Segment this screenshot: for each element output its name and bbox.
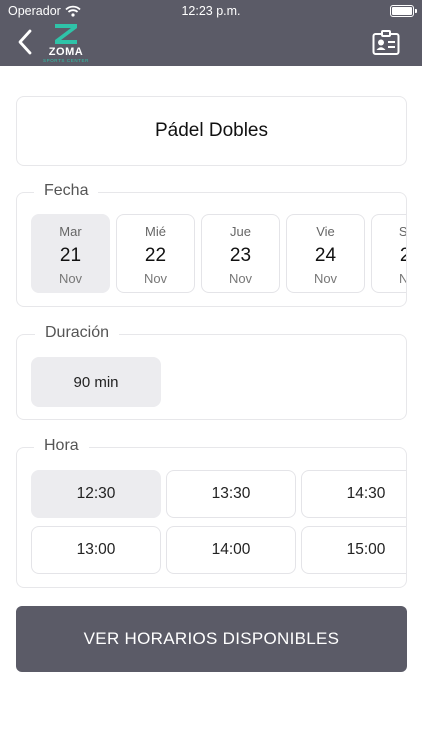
date-option[interactable]: Mar 21 Nov [31,214,110,293]
view-schedules-button[interactable]: VER HORARIOS DISPONIBLES [16,606,407,672]
date-weekday: Mié [145,224,166,239]
date-option[interactable]: Sáb 25 Nov [371,214,407,293]
logo-word: ZOMA [48,46,84,58]
time-slot[interactable]: 14:30 [301,470,406,518]
date-day: 23 [229,245,252,266]
duration-option[interactable]: 90 min [31,357,161,407]
date-weekday: Jue [230,224,251,239]
sport-card: Pádel Dobles [16,96,407,166]
battery-fill [392,7,412,15]
date-day: 24 [314,245,337,266]
sport-title: Pádel Dobles [154,120,269,141]
date-day: 25 [372,245,406,267]
hora-label: Hora [34,437,89,455]
date-day: 22 [144,245,167,266]
date-weekday: Sáb [398,224,407,239]
date-month: Nov [58,271,83,286]
hora-section: 12:30 13:30 14:30 13:00 14:00 15:00 [16,447,407,588]
fecha-label: Fecha [34,182,99,200]
date-weekday: Mar [59,224,82,239]
chevron-left-icon [18,29,32,55]
time-slot[interactable]: 15:00 [301,526,406,574]
fecha-section: Mar 21 Nov Mié 22 Nov Jue 23 Nov Vie 24 … [16,192,407,307]
duracion-section: 90 min [16,334,407,420]
back-button[interactable] [14,28,38,56]
date-month: Nov [143,271,168,286]
status-bar: Operador 12:23 p.m. [0,0,422,22]
date-month: Nov [313,271,338,286]
id-card-icon [372,30,400,55]
time-slot[interactable]: 14:00 [166,526,296,574]
battery-icon [390,5,417,17]
profile-button[interactable] [372,30,400,56]
time-slot[interactable]: 12:30 [31,470,161,518]
date-option[interactable]: Vie 24 Nov [286,214,365,293]
time-slot[interactable]: 13:00 [31,526,161,574]
date-day: 21 [59,245,82,266]
zoma-mark-icon [55,24,77,44]
time-slot-grid: 12:30 13:30 14:30 13:00 14:00 15:00 [31,470,406,574]
zoma-logo: ZOMA SPORTS CENTER [40,22,92,64]
date-month: Nov [228,271,253,286]
date-option[interactable]: Jue 23 Nov [201,214,280,293]
date-list: Mar 21 Nov Mié 22 Nov Jue 23 Nov Vie 24 … [31,214,407,293]
time-slot[interactable]: 13:30 [166,470,296,518]
date-month: Nov [372,271,406,286]
date-weekday: Vie [316,224,335,239]
logo-subtitle: SPORTS CENTER [43,58,89,63]
date-option[interactable]: Mié 22 Nov [116,214,195,293]
clock: 12:23 p.m. [181,4,241,18]
duracion-label: Duración [35,324,120,342]
